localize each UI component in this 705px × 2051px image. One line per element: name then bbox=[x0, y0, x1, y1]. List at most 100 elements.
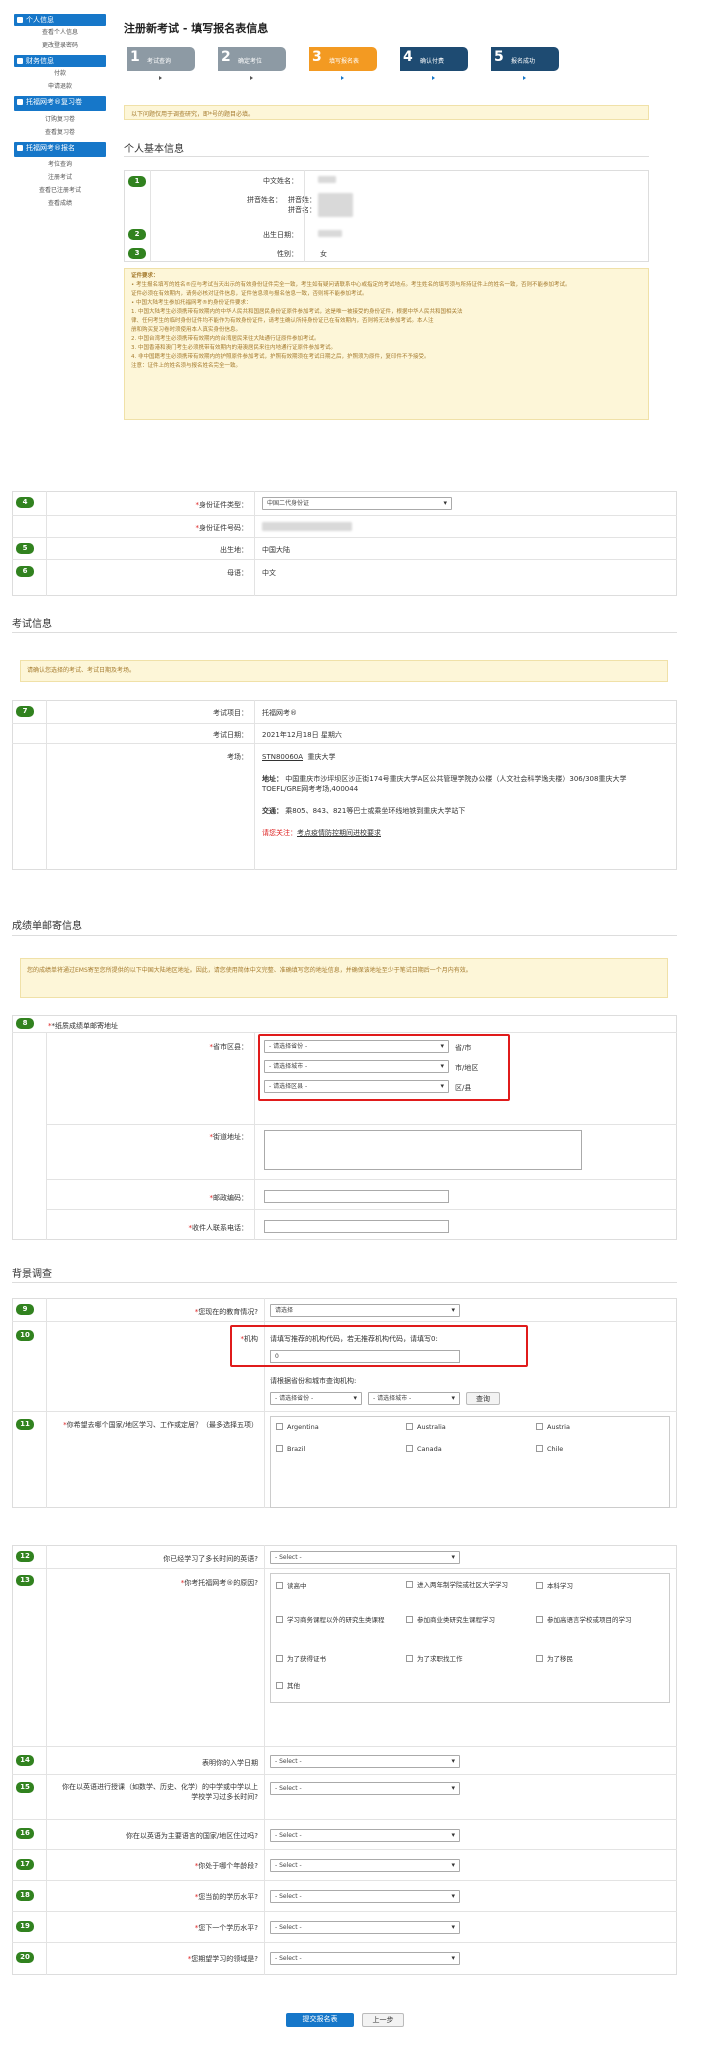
page-title: 注册新考试 - 填写报名表信息 bbox=[124, 22, 269, 35]
country-options bbox=[270, 1416, 670, 1508]
institution-query-button[interactable]: 查询 bbox=[466, 1392, 500, 1405]
divider bbox=[12, 935, 677, 936]
exam-item-label: 考试项目： bbox=[213, 709, 248, 717]
entry-date-select[interactable]: - Select - bbox=[270, 1755, 460, 1768]
street-textarea[interactable] bbox=[264, 1130, 582, 1170]
col-divider bbox=[304, 170, 305, 262]
reason-checkbox[interactable]: 本科学习 bbox=[536, 1580, 573, 1590]
highlight-region bbox=[258, 1034, 510, 1101]
step-4: 4 确认付费 bbox=[400, 47, 468, 71]
sidebar-item-refund[interactable]: 申请退款 bbox=[14, 83, 106, 91]
sidebar-item-order-practice[interactable]: 订购复习卷 bbox=[14, 116, 106, 124]
reason-checkbox[interactable]: 其他 bbox=[276, 1680, 300, 1690]
sidebar-group-personal[interactable]: 个人信息 bbox=[14, 14, 106, 26]
reason-checkbox[interactable]: 参加商业类研究生课程学习 bbox=[406, 1615, 531, 1625]
country-checkbox[interactable]: Australia bbox=[406, 1423, 446, 1431]
row-number-15: 15 bbox=[16, 1782, 34, 1793]
id-req-line: 注意：证件上的姓名须与报名姓名完全一致。 bbox=[131, 363, 242, 369]
step-2-marker bbox=[250, 76, 253, 80]
traffic-label: 交通： bbox=[262, 807, 283, 815]
country-checkbox[interactable]: Austria bbox=[536, 1423, 570, 1431]
id-req-line: 3. 中国香港和澳门考生必须携带有效期内的港澳居民来往内地通行证原件参加考试。 bbox=[131, 345, 336, 351]
book-icon bbox=[17, 99, 23, 105]
id-requirements-box: 证件要求： • 考生报名填写的姓名®应与考试当天出示的有效身份证件完全一致，考生… bbox=[124, 268, 649, 420]
phone-input[interactable] bbox=[264, 1220, 449, 1233]
institution-province-select[interactable]: - 请选择省份 - bbox=[270, 1392, 362, 1405]
lived-abroad-select[interactable]: - Select - bbox=[270, 1829, 460, 1842]
next-education-select[interactable]: - Select - bbox=[270, 1921, 460, 1934]
sidebar-item-view-practice[interactable]: 查看复习卷 bbox=[14, 129, 106, 137]
step-1: 1 考试查询 bbox=[127, 47, 195, 71]
row-number-12: 12 bbox=[16, 1551, 34, 1562]
highlight-institution bbox=[230, 1325, 528, 1367]
institution-city-select[interactable]: - 请选择城市 - bbox=[368, 1392, 460, 1405]
english-school-select[interactable]: - Select - bbox=[270, 1782, 460, 1795]
sidebar-item-view-scores[interactable]: 查看成绩 bbox=[14, 200, 106, 208]
phone-label: *收件人联系电话： bbox=[188, 1224, 249, 1232]
country-checkbox[interactable]: Brazil bbox=[276, 1445, 305, 1453]
exam-date-value: 2021年12月18日 星期六 bbox=[262, 731, 342, 739]
country-checkbox[interactable]: Argentina bbox=[276, 1423, 319, 1431]
q10-label: *机构 bbox=[240, 1335, 259, 1343]
step-3: 3 填写报名表 bbox=[309, 47, 377, 71]
sidebar-group-finance[interactable]: 财务信息 bbox=[14, 55, 106, 67]
reason-options bbox=[270, 1573, 670, 1703]
q17-label: *你处于哪个年龄段? bbox=[194, 1862, 258, 1870]
reason-checkbox[interactable]: 读高中 bbox=[276, 1580, 307, 1590]
notice-exam: 请确认您选择的考试、考试日期及考场。 bbox=[20, 660, 668, 682]
row-number-1: 1 bbox=[128, 176, 146, 187]
row-number-4: 4 bbox=[16, 497, 34, 508]
sidebar-item-view-registered[interactable]: 查看已注册考试 bbox=[14, 187, 106, 195]
id-req-line: • 中国大陆考生参加托福网考®的身份证件要求： bbox=[131, 300, 252, 306]
sidebar-group-practice[interactable]: 托福网考®复习卷 bbox=[14, 96, 106, 111]
reason-checkbox[interactable]: 进入两年制学院或社区大学学习 bbox=[406, 1580, 531, 1590]
country-checkbox[interactable]: Canada bbox=[406, 1445, 442, 1453]
reason-checkbox[interactable]: 为了移民 bbox=[536, 1653, 573, 1663]
row-number-6: 6 bbox=[16, 566, 34, 577]
covid-requirements-link[interactable]: 考点疫情防控期间进校要求 bbox=[297, 829, 381, 837]
back-button[interactable]: 上一步 bbox=[362, 2013, 404, 2027]
pinyin-last-label: 拼音姓： bbox=[288, 196, 316, 204]
reason-checkbox[interactable]: 参加高语言学校或项目的学习 bbox=[536, 1615, 666, 1625]
q14-label: 表明你的入学日期 bbox=[202, 1759, 258, 1767]
exam-center-name: 重庆大学 bbox=[307, 753, 336, 761]
sidebar-group-register[interactable]: 托福网考®报名 bbox=[14, 142, 106, 157]
q10-query-hint: 请根据省份和城市查询机构: bbox=[270, 1377, 357, 1385]
sidebar-item-view-personal[interactable]: 查看个人信息 bbox=[14, 29, 106, 37]
age-select[interactable]: - Select - bbox=[270, 1859, 460, 1872]
reason-checkbox[interactable]: 学习商务课程以外的研究生类课程 bbox=[276, 1615, 401, 1625]
exam-center-label: 考场： bbox=[227, 753, 248, 761]
row-number-17: 17 bbox=[16, 1859, 34, 1870]
id-req-line: 律、任何考生的临时身份证件均不能作为有效身份证件，请考生确认所持身份证已在有效期… bbox=[131, 318, 434, 324]
register-icon bbox=[17, 145, 23, 151]
exam-traffic: 交通： 乘805、843、821等巴士或乘坐环线地铁到重庆大学站下 bbox=[262, 806, 662, 816]
q9-label: *您现在的教育情况? bbox=[194, 1308, 258, 1316]
exam-date-label: 考试日期： bbox=[213, 731, 248, 739]
birthplace-value: 中国大陆 bbox=[262, 546, 290, 554]
street-label: *街道地址： bbox=[209, 1133, 249, 1141]
id-req-line: 2. 中国台湾考生必须携带有效期内的台湾居民来往大陆通行证原件参加考试。 bbox=[131, 336, 320, 342]
reason-checkbox[interactable]: 为了求职找工作 bbox=[406, 1653, 463, 1663]
country-checkbox[interactable]: Chile bbox=[536, 1445, 563, 1453]
submit-button[interactable]: 提交报名表 bbox=[286, 2013, 354, 2027]
id-type-label: *身份证件类型： bbox=[195, 501, 249, 509]
sidebar-item-exam-query[interactable]: 考位查询 bbox=[14, 161, 106, 169]
row-number-7: 7 bbox=[16, 706, 34, 717]
note-label: 请您关注： bbox=[262, 829, 297, 837]
sidebar-item-register-exam[interactable]: 注册考试 bbox=[14, 174, 106, 182]
sidebar-item-payment[interactable]: 付款 bbox=[14, 70, 106, 78]
pinyin-first-label: 拼音名： bbox=[288, 206, 316, 214]
sidebar-item-change-password[interactable]: 更改登录密码 bbox=[14, 42, 106, 50]
exam-center-code-link[interactable]: STN80060A bbox=[262, 753, 303, 761]
current-education-select[interactable]: - Select - bbox=[270, 1890, 460, 1903]
divider bbox=[12, 632, 677, 633]
zip-input[interactable] bbox=[264, 1190, 449, 1203]
finance-icon bbox=[17, 58, 23, 64]
id-type-select[interactable]: 中国二代身份证 bbox=[262, 497, 452, 510]
study-field-select[interactable]: - Select - bbox=[270, 1952, 460, 1965]
english-duration-select[interactable]: - Select - bbox=[270, 1551, 460, 1564]
reason-checkbox[interactable]: 为了获得证书 bbox=[276, 1653, 326, 1663]
education-select[interactable]: 请选择 bbox=[270, 1304, 460, 1317]
id-requirements-title: 证件要求： bbox=[131, 273, 159, 279]
id-req-line: 1. 中国大陆考生必须携带有效期内的中华人民共和国居民身份证原件参加考试，这是唯… bbox=[131, 309, 463, 315]
